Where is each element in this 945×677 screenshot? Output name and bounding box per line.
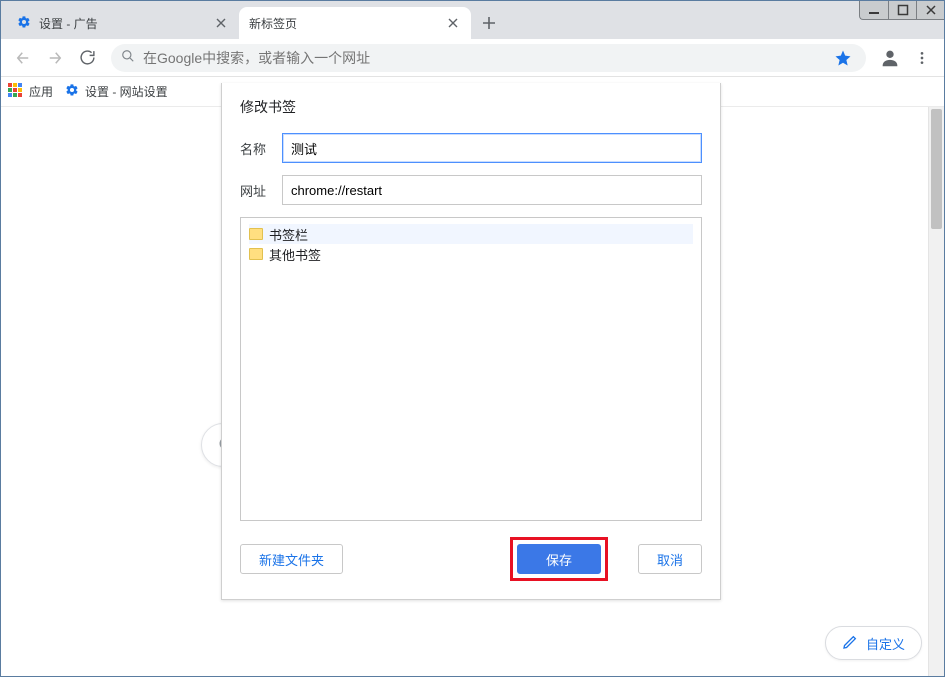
menu-button[interactable] <box>908 44 936 72</box>
window-minimize-button[interactable] <box>860 1 888 19</box>
bookmark-item-site-settings[interactable]: 设置 - 网站设置 <box>65 83 168 100</box>
customize-label: 自定义 <box>866 634 905 653</box>
forward-button[interactable] <box>41 44 69 72</box>
reload-button[interactable] <box>73 44 101 72</box>
bookmark-label: 设置 - 网站设置 <box>85 83 168 100</box>
scrollbar-thumb[interactable] <box>931 109 942 229</box>
customize-button[interactable]: 自定义 <box>825 626 922 660</box>
new-tab-button[interactable] <box>475 9 503 37</box>
window-controls <box>859 1 944 20</box>
name-label: 名称 <box>240 139 282 158</box>
tab-strip: 设置 - 广告 新标签页 <box>1 1 944 39</box>
folder-item-bookmarks-bar[interactable]: 书签栏 <box>249 224 693 244</box>
gear-icon <box>17 15 31 32</box>
folder-item-other-bookmarks[interactable]: 其他书签 <box>249 244 693 264</box>
tab-close-button[interactable] <box>213 15 229 31</box>
window-maximize-button[interactable] <box>888 1 916 19</box>
edit-bookmark-dialog: 修改书签 名称 网址 书签栏 其他书签 新建文件夹 保存 <box>221 83 721 600</box>
apps-label: 应用 <box>29 83 53 100</box>
tab-title: 新标签页 <box>249 15 445 32</box>
tab-close-button[interactable] <box>445 15 461 31</box>
browser-window: 设置 - 广告 新标签页 <box>0 0 945 677</box>
pencil-icon <box>842 634 858 653</box>
vertical-scrollbar[interactable] <box>928 107 944 676</box>
folder-tree[interactable]: 书签栏 其他书签 <box>240 217 702 521</box>
omnibox[interactable] <box>111 44 866 72</box>
window-close-button[interactable] <box>916 1 944 19</box>
apps-shortcut[interactable]: 应用 <box>7 82 53 101</box>
browser-toolbar <box>1 39 944 77</box>
tab-new-tab[interactable]: 新标签页 <box>239 7 471 39</box>
tab-settings-ads[interactable]: 设置 - 广告 <box>7 7 239 39</box>
back-button[interactable] <box>9 44 37 72</box>
url-label: 网址 <box>240 181 282 200</box>
dialog-title: 修改书签 <box>240 97 702 117</box>
new-folder-button[interactable]: 新建文件夹 <box>240 544 343 574</box>
cancel-button[interactable]: 取消 <box>638 544 702 574</box>
bookmark-name-input[interactable] <box>282 133 702 163</box>
search-icon <box>121 49 135 66</box>
folder-icon <box>249 228 263 240</box>
bookmark-star-icon[interactable] <box>830 49 856 67</box>
folder-label: 其他书签 <box>269 245 321 264</box>
profile-avatar-button[interactable] <box>876 44 904 72</box>
folder-label: 书签栏 <box>269 225 308 244</box>
folder-icon <box>249 248 263 260</box>
gear-icon <box>65 83 79 100</box>
omnibox-input[interactable] <box>143 50 830 66</box>
tutorial-highlight: 保存 <box>510 537 608 581</box>
bookmark-url-input[interactable] <box>282 175 702 205</box>
apps-grid-icon <box>7 82 23 101</box>
tab-title: 设置 - 广告 <box>39 15 213 32</box>
dialog-button-row: 新建文件夹 保存 取消 <box>240 537 702 581</box>
save-button[interactable]: 保存 <box>517 544 601 574</box>
